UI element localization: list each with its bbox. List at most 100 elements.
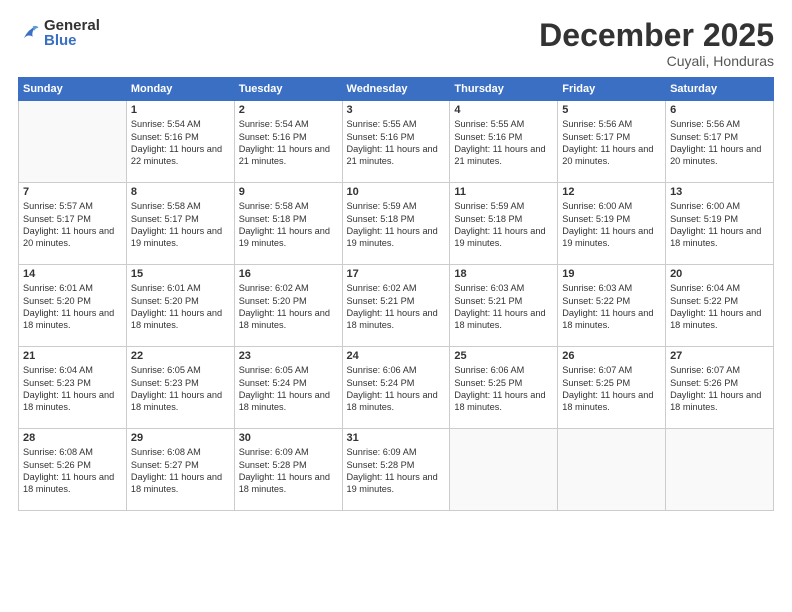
date-number: 28 (23, 432, 122, 444)
cell-info-line: Sunrise: 6:07 AM (670, 364, 769, 376)
calendar-cell: 9Sunrise: 5:58 AMSunset: 5:18 PMDaylight… (234, 183, 342, 265)
logo-general: General (44, 18, 100, 33)
cell-info-line: Sunrise: 5:54 AM (239, 118, 338, 130)
cell-info-line: Sunrise: 5:59 AM (454, 200, 553, 212)
date-number: 10 (347, 186, 446, 198)
calendar-cell (19, 101, 127, 183)
cell-info-line: Sunrise: 6:03 AM (562, 282, 661, 294)
cell-info-line: Sunrise: 5:54 AM (131, 118, 230, 130)
calendar-cell: 8Sunrise: 5:58 AMSunset: 5:17 PMDaylight… (126, 183, 234, 265)
calendar-cell: 27Sunrise: 6:07 AMSunset: 5:26 PMDayligh… (666, 347, 774, 429)
page: General Blue December 2025 Cuyali, Hondu… (0, 0, 792, 612)
month-title: December 2025 (539, 18, 774, 53)
cell-info-line: Sunset: 5:17 PM (23, 213, 122, 225)
date-number: 22 (131, 350, 230, 362)
cell-info-line: Sunrise: 5:55 AM (347, 118, 446, 130)
cell-info-line: Daylight: 11 hours and 18 minutes. (454, 389, 553, 414)
cell-info-line: Daylight: 11 hours and 19 minutes. (347, 471, 446, 496)
cell-info-line: Daylight: 11 hours and 19 minutes. (562, 225, 661, 250)
cell-info-line: Sunrise: 5:57 AM (23, 200, 122, 212)
cell-info-line: Daylight: 11 hours and 18 minutes. (23, 389, 122, 414)
logo: General Blue (18, 18, 100, 48)
logo-bird-icon (18, 22, 40, 44)
calendar-table: SundayMondayTuesdayWednesdayThursdayFrid… (18, 77, 774, 511)
cell-info-line: Sunrise: 5:59 AM (347, 200, 446, 212)
cell-info-line: Sunrise: 6:09 AM (239, 446, 338, 458)
calendar-cell (558, 429, 666, 511)
calendar-cell: 30Sunrise: 6:09 AMSunset: 5:28 PMDayligh… (234, 429, 342, 511)
cell-info-line: Daylight: 11 hours and 20 minutes. (670, 143, 769, 168)
cell-info-line: Sunset: 5:27 PM (131, 459, 230, 471)
cell-info-line: Sunset: 5:17 PM (670, 131, 769, 143)
logo-text: General Blue (44, 18, 100, 48)
date-number: 25 (454, 350, 553, 362)
calendar-cell: 13Sunrise: 6:00 AMSunset: 5:19 PMDayligh… (666, 183, 774, 265)
calendar-cell: 14Sunrise: 6:01 AMSunset: 5:20 PMDayligh… (19, 265, 127, 347)
cell-info-line: Sunrise: 6:02 AM (347, 282, 446, 294)
cell-info-line: Sunset: 5:23 PM (131, 377, 230, 389)
date-number: 8 (131, 186, 230, 198)
calendar-cell: 3Sunrise: 5:55 AMSunset: 5:16 PMDaylight… (342, 101, 450, 183)
cell-info-line: Sunset: 5:18 PM (239, 213, 338, 225)
cell-info-line: Daylight: 11 hours and 18 minutes. (131, 471, 230, 496)
cell-info-line: Sunrise: 6:05 AM (239, 364, 338, 376)
header-row: SundayMondayTuesdayWednesdayThursdayFrid… (19, 78, 774, 101)
date-number: 11 (454, 186, 553, 198)
day-header-tuesday: Tuesday (234, 78, 342, 101)
date-number: 20 (670, 268, 769, 280)
cell-info-line: Sunset: 5:19 PM (562, 213, 661, 225)
calendar-cell: 12Sunrise: 6:00 AMSunset: 5:19 PMDayligh… (558, 183, 666, 265)
cell-info-line: Sunrise: 6:06 AM (454, 364, 553, 376)
date-number: 9 (239, 186, 338, 198)
date-number: 29 (131, 432, 230, 444)
cell-info-line: Daylight: 11 hours and 18 minutes. (670, 307, 769, 332)
calendar-cell: 23Sunrise: 6:05 AMSunset: 5:24 PMDayligh… (234, 347, 342, 429)
subtitle: Cuyali, Honduras (539, 53, 774, 69)
calendar-cell: 19Sunrise: 6:03 AMSunset: 5:22 PMDayligh… (558, 265, 666, 347)
cell-info-line: Daylight: 11 hours and 21 minutes. (347, 143, 446, 168)
cell-info-line: Sunset: 5:17 PM (562, 131, 661, 143)
date-number: 16 (239, 268, 338, 280)
date-number: 1 (131, 104, 230, 116)
week-row-3: 14Sunrise: 6:01 AMSunset: 5:20 PMDayligh… (19, 265, 774, 347)
cell-info-line: Sunrise: 6:03 AM (454, 282, 553, 294)
cell-info-line: Daylight: 11 hours and 22 minutes. (131, 143, 230, 168)
header: General Blue December 2025 Cuyali, Hondu… (18, 18, 774, 69)
cell-info-line: Sunset: 5:19 PM (670, 213, 769, 225)
calendar-cell: 31Sunrise: 6:09 AMSunset: 5:28 PMDayligh… (342, 429, 450, 511)
cell-info-line: Sunset: 5:20 PM (131, 295, 230, 307)
cell-info-line: Daylight: 11 hours and 21 minutes. (454, 143, 553, 168)
cell-info-line: Sunrise: 6:07 AM (562, 364, 661, 376)
cell-info-line: Daylight: 11 hours and 18 minutes. (347, 307, 446, 332)
calendar-cell: 11Sunrise: 5:59 AMSunset: 5:18 PMDayligh… (450, 183, 558, 265)
calendar-cell: 15Sunrise: 6:01 AMSunset: 5:20 PMDayligh… (126, 265, 234, 347)
cell-info-line: Sunrise: 6:02 AM (239, 282, 338, 294)
calendar-cell: 29Sunrise: 6:08 AMSunset: 5:27 PMDayligh… (126, 429, 234, 511)
date-number: 23 (239, 350, 338, 362)
cell-info-line: Sunrise: 6:01 AM (131, 282, 230, 294)
date-number: 26 (562, 350, 661, 362)
cell-info-line: Sunrise: 6:08 AM (23, 446, 122, 458)
date-number: 7 (23, 186, 122, 198)
calendar-cell: 5Sunrise: 5:56 AMSunset: 5:17 PMDaylight… (558, 101, 666, 183)
cell-info-line: Sunset: 5:25 PM (454, 377, 553, 389)
calendar-cell: 20Sunrise: 6:04 AMSunset: 5:22 PMDayligh… (666, 265, 774, 347)
cell-info-line: Sunset: 5:17 PM (131, 213, 230, 225)
cell-info-line: Sunrise: 5:55 AM (454, 118, 553, 130)
date-number: 2 (239, 104, 338, 116)
cell-info-line: Daylight: 11 hours and 18 minutes. (239, 471, 338, 496)
date-number: 27 (670, 350, 769, 362)
date-number: 18 (454, 268, 553, 280)
week-row-5: 28Sunrise: 6:08 AMSunset: 5:26 PMDayligh… (19, 429, 774, 511)
calendar-cell: 1Sunrise: 5:54 AMSunset: 5:16 PMDaylight… (126, 101, 234, 183)
date-number: 15 (131, 268, 230, 280)
cell-info-line: Sunset: 5:28 PM (347, 459, 446, 471)
cell-info-line: Sunset: 5:28 PM (239, 459, 338, 471)
cell-info-line: Sunrise: 6:00 AM (670, 200, 769, 212)
calendar-cell: 16Sunrise: 6:02 AMSunset: 5:20 PMDayligh… (234, 265, 342, 347)
date-number: 12 (562, 186, 661, 198)
cell-info-line: Sunrise: 5:58 AM (239, 200, 338, 212)
cell-info-line: Daylight: 11 hours and 20 minutes. (562, 143, 661, 168)
cell-info-line: Sunrise: 6:04 AM (23, 364, 122, 376)
cell-info-line: Daylight: 11 hours and 19 minutes. (347, 225, 446, 250)
